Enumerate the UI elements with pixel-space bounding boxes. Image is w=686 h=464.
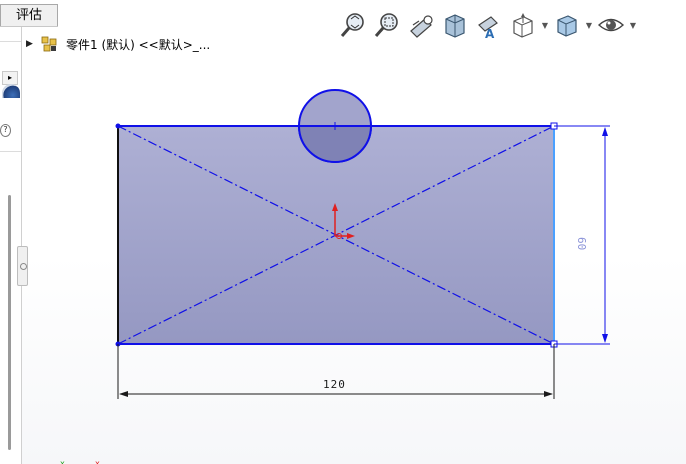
- hide-show-dropdown[interactable]: ▼: [584, 8, 594, 42]
- edit-appearance-dropdown[interactable]: ▼: [628, 8, 638, 42]
- corner-point-top-left[interactable]: [115, 123, 121, 129]
- heads-up-view-toolbar: A ▼ ▼ ▼: [336, 8, 638, 42]
- hide-show-items-icon: [557, 15, 577, 37]
- triad-y-mark: x: [95, 459, 100, 464]
- panel-scrollbar[interactable]: [8, 195, 11, 450]
- hide-show-items-button[interactable]: [550, 8, 584, 42]
- view-orientation-icon: A: [478, 16, 498, 39]
- eye-icon: [597, 18, 625, 32]
- panel-collapse-handle[interactable]: [17, 246, 28, 286]
- section-view-button[interactable]: [438, 8, 472, 42]
- part-icon: [41, 36, 57, 52]
- dimension-height-text[interactable]: 60: [575, 237, 588, 250]
- zoom-to-area-button[interactable]: [370, 8, 404, 42]
- triad-x-mark: x: [60, 459, 65, 464]
- part-name-label: 零件1 (默认) <<默认>_...: [66, 37, 211, 52]
- section-view-icon: [445, 14, 465, 38]
- tree-expand-icon[interactable]: ▶: [26, 39, 34, 49]
- feature-tree-root[interactable]: ▶ 零件1 (默认) <<默认>_...: [26, 35, 210, 53]
- panel-separator: [0, 151, 21, 152]
- tab-evaluate[interactable]: 评估: [0, 4, 58, 26]
- sketch-canvas[interactable]: x x: [0, 0, 686, 464]
- help-icon[interactable]: ?: [0, 124, 11, 137]
- handle-grip-icon: [20, 263, 27, 270]
- zoom-to-fit-icon: [340, 13, 364, 37]
- edit-appearance-button[interactable]: [594, 8, 628, 42]
- appearance-tab-icon[interactable]: [2, 84, 20, 98]
- dimension-width-text[interactable]: 120: [323, 378, 346, 391]
- display-style-button[interactable]: [506, 8, 540, 42]
- view-orientation-button[interactable]: A: [472, 8, 506, 42]
- dimension-height[interactable]: [554, 125, 610, 345]
- panel-separator: [0, 41, 21, 42]
- display-style-dropdown[interactable]: ▼: [540, 8, 550, 42]
- zoom-to-fit-button[interactable]: [336, 8, 370, 42]
- previous-view-button[interactable]: [404, 8, 438, 42]
- expand-panel-arrow-icon[interactable]: ▸: [2, 71, 18, 85]
- svg-text:A: A: [485, 27, 495, 39]
- zoom-to-area-icon: [374, 13, 398, 37]
- display-style-icon: [513, 13, 533, 38]
- previous-view-icon: [410, 15, 433, 38]
